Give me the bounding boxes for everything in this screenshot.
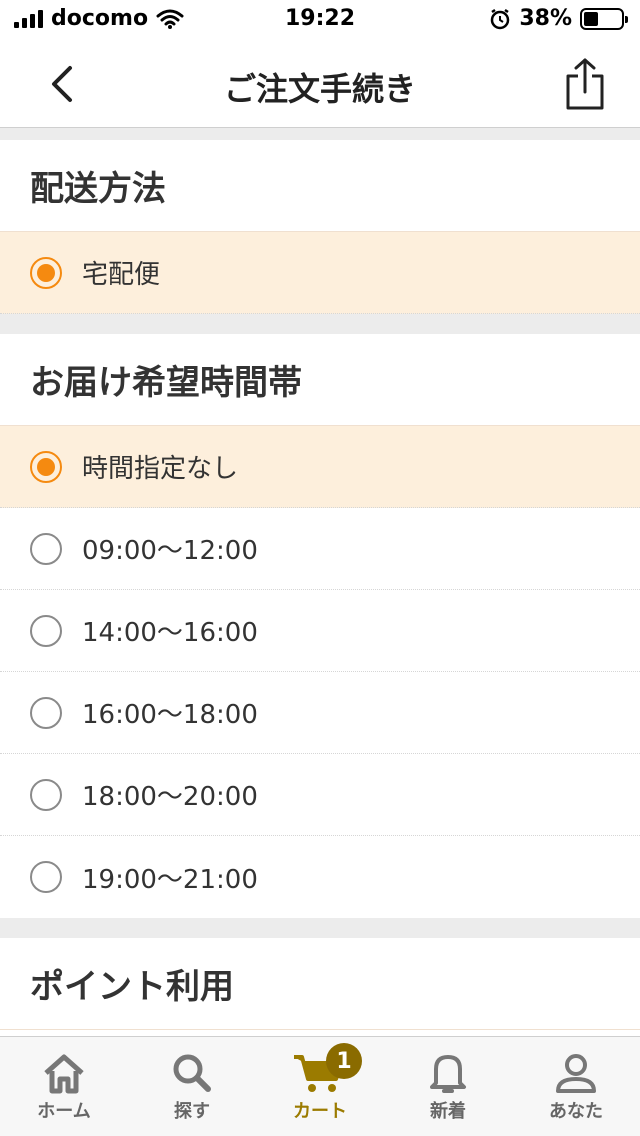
home-icon [44, 1054, 84, 1094]
radio-button[interactable] [30, 614, 62, 647]
tab-cart[interactable]: 1 カート [256, 1037, 384, 1136]
option-label: 16:00〜18:00 [82, 700, 258, 730]
page-title: ご注文手続き [223, 70, 416, 108]
battery-icon [580, 7, 628, 30]
share-icon [566, 58, 604, 110]
tab-you[interactable]: あなた [512, 1037, 640, 1136]
tab-label: ホーム [37, 1101, 91, 1122]
option-label: 18:00〜20:00 [82, 782, 258, 812]
tab-label: 探す [174, 1101, 210, 1122]
delivery-time-option[interactable]: 時間指定なし [0, 426, 640, 508]
radio-button[interactable] [30, 532, 62, 565]
search-icon [173, 1054, 211, 1092]
tab-new[interactable]: 新着 [384, 1037, 512, 1136]
battery-percent: 38% [519, 6, 572, 31]
status-right: 38% [489, 6, 628, 31]
radio-button[interactable] [30, 778, 62, 811]
tab-bar: ホーム 探す 1 カート 新着 あなた [0, 1036, 640, 1136]
option-label: 時間指定なし [82, 454, 239, 484]
cart-badge: 1 [326, 1043, 362, 1079]
tab-label: カート [293, 1101, 347, 1122]
share-button[interactable] [560, 56, 610, 112]
option-label: 宅配便 [82, 260, 161, 290]
delivery-time-section: お届け希望時間帯 時間指定なし 09:00〜12:00 14:00〜16:00 … [0, 334, 640, 918]
option-label: 14:00〜16:00 [82, 618, 258, 648]
radio-button[interactable] [30, 696, 62, 729]
bell-icon [430, 1055, 466, 1093]
shipping-title: 配送方法 [0, 140, 640, 232]
tab-search[interactable]: 探す [128, 1037, 256, 1136]
tab-label: 新着 [430, 1101, 466, 1122]
person-icon [556, 1054, 596, 1093]
delivery-time-option[interactable]: 09:00〜12:00 [0, 508, 640, 590]
delivery-time-option[interactable]: 18:00〜20:00 [0, 754, 640, 836]
radio-button[interactable] [30, 450, 62, 483]
nav-bar: ご注文手続き [0, 40, 640, 128]
tab-home[interactable]: ホーム [0, 1037, 128, 1136]
tab-label: あなた [549, 1101, 603, 1122]
status-bar: docomo 19:22 38% [0, 0, 640, 40]
option-label: 19:00〜21:00 [82, 864, 258, 895]
option-label: 09:00〜12:00 [82, 536, 258, 566]
battery-fill [584, 11, 598, 26]
shipping-section: 配送方法 宅配便 [0, 140, 640, 314]
radio-button[interactable] [30, 256, 62, 289]
alarm-icon [491, 8, 510, 29]
radio-button[interactable] [30, 861, 62, 893]
delivery-time-title: お届け希望時間帯 [0, 334, 640, 426]
points-title: ポイント利用 [0, 938, 640, 1030]
delivery-time-option[interactable]: 19:00〜21:00 [0, 836, 640, 918]
content: 配送方法 宅配便 お届け希望時間帯 時間指定なし 09:00〜12:00 14:… [0, 140, 640, 1078]
delivery-time-option[interactable]: 16:00〜18:00 [0, 672, 640, 754]
shipping-option[interactable]: 宅配便 [0, 232, 640, 314]
delivery-time-option[interactable]: 14:00〜16:00 [0, 590, 640, 672]
